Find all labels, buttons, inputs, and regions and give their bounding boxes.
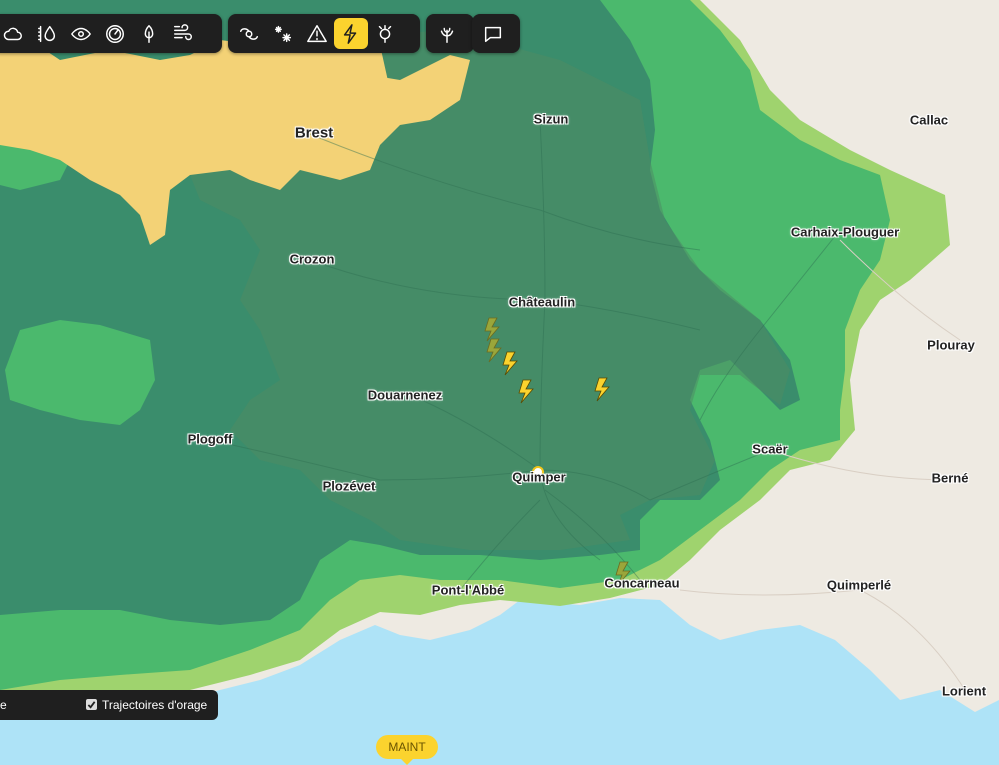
pressure-gauge-icon — [106, 24, 124, 43]
pollen-button[interactable] — [368, 18, 402, 49]
plant-button[interactable] — [430, 18, 464, 49]
tree-icon — [144, 24, 154, 43]
city-label-pontlabbe: Pont-l'Abbé — [431, 582, 505, 598]
toolbar-group-weather — [0, 14, 222, 53]
city-label-concarneau: Concarneau — [604, 575, 680, 591]
warning-icon — [307, 24, 327, 42]
legend-fragment: e — [0, 698, 7, 712]
cloud-button[interactable] — [0, 18, 30, 49]
warning-button[interactable] — [300, 18, 334, 49]
city-label-carhaix: Carhaix-Plouguer — [790, 224, 900, 240]
city-label-quimper: Quimper — [512, 469, 566, 485]
city-label-scaer: Scaër — [752, 441, 788, 457]
toolbar-group-plant — [426, 14, 474, 53]
city-label-callac: Callac — [909, 112, 949, 128]
city-label-brest: Brest — [294, 124, 334, 142]
vegetation-button[interactable] — [132, 18, 166, 49]
city-label-plogoff: Plogoff — [187, 431, 233, 447]
snow-button[interactable] — [266, 18, 300, 49]
city-label-chateaulin: Châteaulin — [508, 294, 576, 310]
storm-trajectories-checkbox[interactable] — [86, 699, 97, 710]
eye-icon — [71, 27, 91, 40]
city-label-plouray: Plouray — [927, 337, 975, 353]
comment-button[interactable] — [476, 18, 510, 49]
wind-icon — [174, 23, 192, 40]
rain-gauge-icon — [38, 25, 56, 42]
checkmark-icon — [87, 701, 96, 709]
pollen-icon — [378, 24, 392, 43]
wind-button[interactable] — [166, 18, 200, 49]
city-label-plozevet: Plozévet — [322, 478, 376, 494]
weather-map[interactable] — [0, 0, 999, 765]
city-label-sizun: Sizun — [533, 111, 569, 127]
city-label-douarnenez: Douarnenez — [367, 387, 443, 403]
pressure-button[interactable] — [98, 18, 132, 49]
city-label-crozon: Crozon — [289, 251, 335, 267]
toolbar-group-comment — [472, 14, 520, 53]
lightning-icon — [343, 23, 357, 44]
toolbar-group-alerts — [228, 14, 420, 53]
lightning-button[interactable] — [334, 18, 368, 49]
layer-options-bar: e Trajectoires d'orage — [0, 690, 218, 720]
cyclone-icon — [240, 27, 258, 40]
city-label-lorient: Lorient — [941, 683, 987, 699]
cloud-icon — [3, 27, 22, 40]
storm-trajectories-label[interactable]: Trajectoires d'orage — [102, 698, 207, 712]
city-label-berne: Berné — [931, 470, 969, 486]
cyclone-button[interactable] — [232, 18, 266, 49]
comment-icon — [484, 26, 502, 42]
city-label-quimperle: Quimperlé — [826, 577, 892, 593]
snow-icon — [274, 25, 292, 42]
visibility-button[interactable] — [64, 18, 98, 49]
plant-icon — [440, 27, 454, 43]
rain-gauge-button[interactable] — [30, 18, 64, 49]
maint-marker[interactable]: MAINT — [376, 735, 438, 765]
